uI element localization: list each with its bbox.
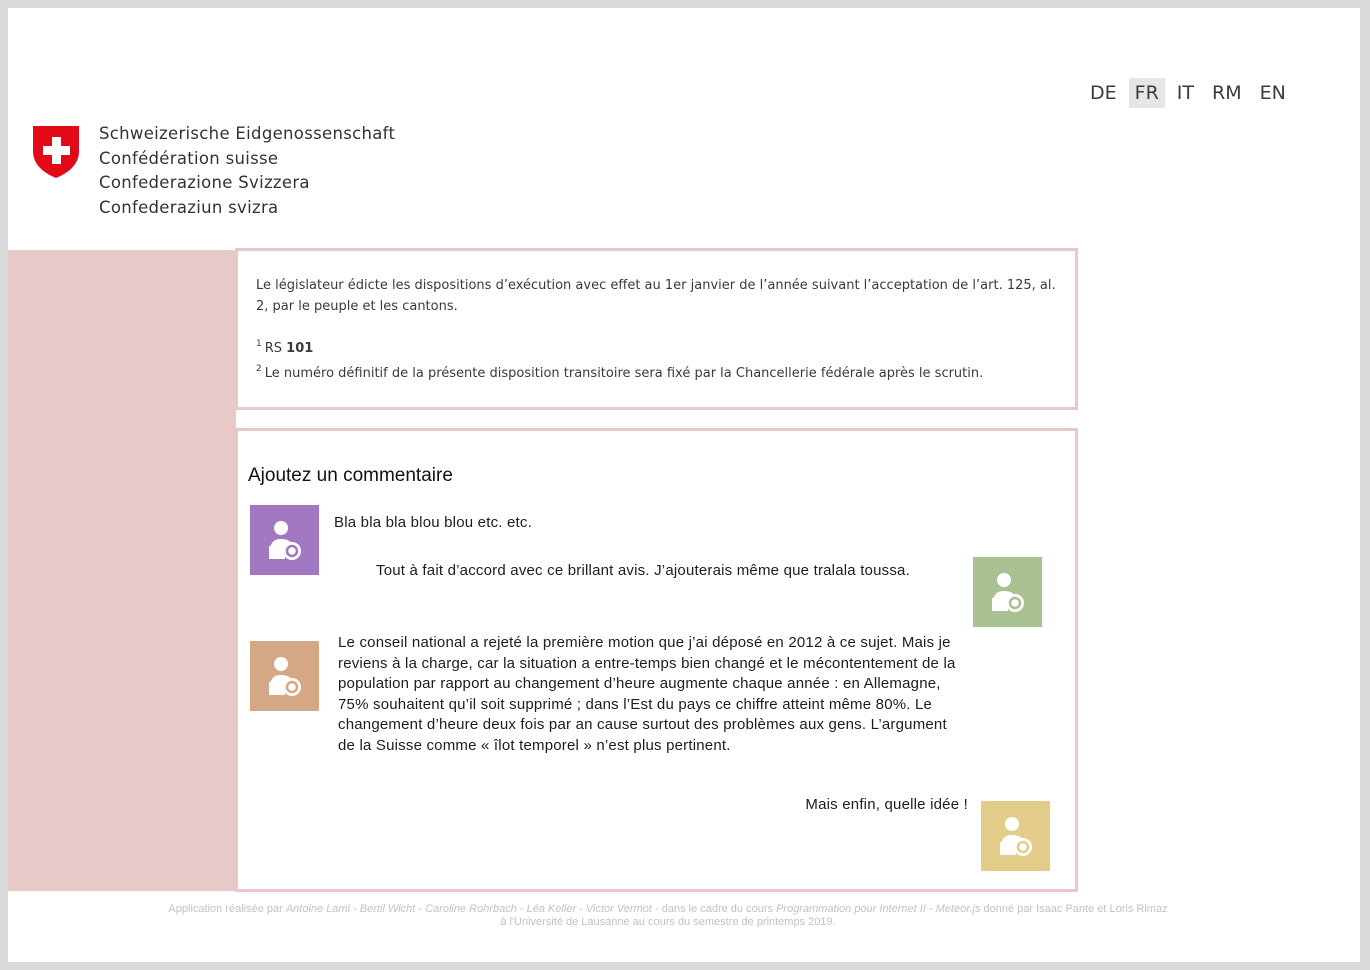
lang-it[interactable]: IT — [1171, 78, 1200, 108]
comment-text: Bla bla bla blou blou etc. etc. — [334, 514, 532, 531]
lang-en[interactable]: EN — [1254, 78, 1292, 108]
org-line-it: Confederazione Svizzera — [99, 173, 310, 193]
footnote-1: 1 RS 101 — [256, 339, 314, 356]
avatar-icon[interactable] — [250, 505, 319, 575]
law-paragraph: Le législateur édicte les dispositions d… — [256, 278, 1056, 314]
lang-de[interactable]: DE — [1084, 78, 1123, 108]
footnote-2: 2 Le numéro définitif de la présente disp… — [256, 364, 984, 381]
org-line-fr: Confédération suisse — [99, 148, 279, 168]
avatar-icon[interactable] — [973, 557, 1042, 627]
avatar-icon[interactable] — [250, 641, 319, 711]
comments-heading: Ajoutez un commentaire — [248, 465, 453, 486]
sidebar — [8, 250, 236, 891]
avatar-icon[interactable] — [981, 801, 1050, 871]
footer-credits: Application réalisée par Antoine Lami - … — [168, 903, 1168, 928]
footer-course: Programmation pour Internet II - Meteor.… — [776, 903, 981, 915]
footer-authors: Antoine Lami - Bertil Wicht - Caroline R… — [285, 903, 652, 915]
law-text-card: Le législateur édicte les dispositions d… — [235, 248, 1078, 410]
org-line-rm: Confederaziun svizra — [99, 198, 279, 218]
swiss-coat-of-arms-logo — [30, 123, 82, 186]
comment-text: Mais enfin, quelle idée ! — [805, 796, 968, 813]
confederation-name-block: Schweizerische Eidgenossenschaft Confédé… — [99, 122, 395, 221]
comments-card: Ajoutez un commentaire Bla bla bla blou … — [235, 428, 1078, 892]
lang-rm[interactable]: RM — [1206, 78, 1248, 108]
lang-fr[interactable]: FR — [1128, 78, 1165, 108]
footnotes: 1 RS 101 2 Le numéro définitif de la prése… — [256, 334, 1057, 384]
org-line-de: Schweizerische Eidgenossenschaft — [99, 124, 396, 143]
comment-text: Tout à fait d’accord avec ce brillant av… — [376, 562, 910, 579]
comment-text: Le conseil national a rejeté la première… — [338, 634, 956, 754]
page: DE FR IT RM EN Schweizerische Eidgenosse… — [8, 8, 1360, 962]
language-switcher: DE FR IT RM EN — [1084, 78, 1292, 108]
